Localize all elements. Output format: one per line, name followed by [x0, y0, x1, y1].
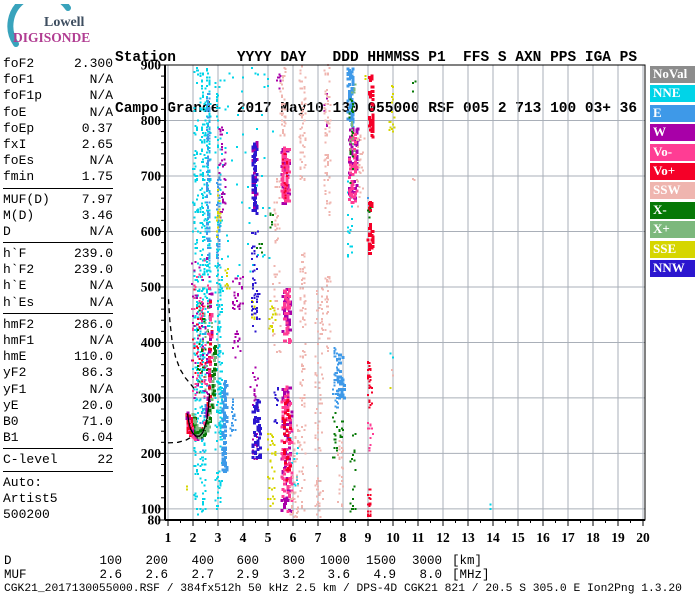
grid — [165, 64, 645, 520]
footer-row-value: 1500 — [365, 554, 396, 568]
echo-points — [185, 64, 492, 519]
svg-text:13: 13 — [461, 530, 475, 545]
svg-text:700: 700 — [141, 168, 162, 183]
legend-item-sse: SSE — [650, 240, 695, 258]
svg-text:15: 15 — [511, 530, 525, 545]
plot-frame — [158, 64, 646, 526]
svg-text:6: 6 — [290, 530, 297, 545]
footer-row-value: 2.6 — [99, 568, 122, 582]
svg-text:500: 500 — [141, 279, 162, 294]
svg-text:5: 5 — [265, 530, 272, 545]
svg-text:800: 800 — [141, 113, 162, 128]
legend-item-nnw: NNW — [650, 259, 695, 277]
svg-text:600: 600 — [141, 224, 162, 239]
svg-text:12: 12 — [436, 530, 450, 545]
distance-row: D 100 200 400 600 800 1000 1500 3000 [km] — [0, 554, 700, 568]
svg-text:18: 18 — [586, 530, 600, 545]
svg-text:7: 7 — [315, 530, 322, 545]
svg-text:3: 3 — [215, 530, 222, 545]
svg-text:10: 10 — [386, 530, 400, 545]
svg-text:16: 16 — [536, 530, 550, 545]
ionogram-plot: 801002003004005006007008009001 2 3 4 5 6 7 8 9 10… — [141, 58, 650, 546]
footer-row-value: 8.0 — [419, 568, 442, 582]
footer-row-value: 3.2 — [282, 568, 305, 582]
svg-text:400: 400 — [141, 335, 162, 350]
legend-item-vo: Vo+ — [650, 162, 695, 181]
legend-item-x: X+ — [650, 221, 695, 239]
svg-text:11: 11 — [412, 530, 425, 545]
footer-row-value: 600 — [236, 554, 259, 568]
footer-row-value: 1000 — [319, 554, 350, 568]
footer-row-value: 4.9 — [373, 568, 396, 582]
svg-text:100: 100 — [141, 501, 162, 516]
svg-text:14: 14 — [486, 530, 500, 545]
legend-item-w: W — [650, 124, 695, 142]
svg-text:200: 200 — [141, 446, 162, 461]
footer-row-unit: [km] — [452, 554, 483, 568]
footer-row-value: 2.7 — [191, 568, 214, 582]
svg-text:300: 300 — [141, 390, 162, 405]
footer-row-value: 800 — [282, 554, 305, 568]
footer-row-value: 2.6 — [145, 568, 168, 582]
footer-row-value: 200 — [145, 554, 168, 568]
svg-text:17: 17 — [561, 530, 575, 545]
legend-item-ssw: SSW — [650, 182, 695, 200]
legend-item-vo: Vo- — [650, 143, 695, 161]
footer-row-value: 100 — [99, 554, 122, 568]
footer-row-label: D — [4, 554, 12, 568]
footer-row-value: 400 — [191, 554, 214, 568]
digisonde-ionogram-screen: Lowell DIGISONDE Station YYYY DAY DDD HH… — [0, 0, 700, 600]
footer-row-value: 3000 — [411, 554, 442, 568]
status-line: CGK21_2017130055000.RSF / 384fx512h 50 k… — [4, 583, 682, 595]
svg-text:900: 900 — [141, 58, 162, 73]
footer-row-unit: [MHz] — [452, 568, 490, 582]
svg-text:19: 19 — [611, 530, 625, 545]
legend-item-x: X- — [650, 201, 695, 219]
svg-text:8: 8 — [340, 530, 347, 545]
svg-text:4: 4 — [240, 530, 247, 545]
muf-row: MUF 2.6 2.6 2.7 2.9 3.2 3.6 4.9 8.0 [MHz] — [0, 568, 700, 582]
svg-text:9: 9 — [365, 530, 372, 545]
echo-direction-legend: NoVal NNE E W Vo- Vo+ SSW X- X+ SSE NNW — [650, 66, 696, 279]
svg-text:20: 20 — [636, 530, 650, 545]
legend-item-e: E — [650, 104, 695, 122]
legend-item-noval: NoVal — [650, 66, 695, 84]
footer-row-label: MUF — [4, 568, 27, 582]
footer-row-value: 3.6 — [327, 568, 350, 582]
svg-text:2: 2 — [190, 530, 197, 545]
legend-item-nne: NNE — [650, 85, 695, 103]
svg-text:1: 1 — [165, 530, 172, 545]
footer-row-value: 2.9 — [236, 568, 259, 582]
